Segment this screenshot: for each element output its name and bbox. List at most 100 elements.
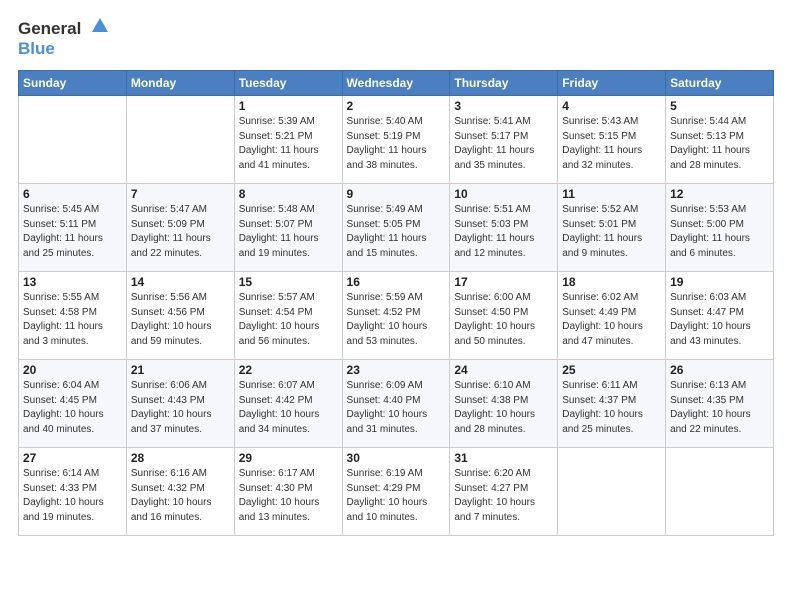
day-number: 14 [131,275,230,289]
calendar-cell: 12 Sunrise: 5:53 AMSunset: 5:00 PMDayligh… [666,184,774,272]
day-info: Sunrise: 5:43 AMSunset: 5:15 PMDaylight:… [562,115,661,173]
day-number: 24 [454,363,553,377]
logo-area: General Blue [18,16,108,60]
day-info: Sunrise: 5:45 AMSunset: 5:11 PMDaylight:… [23,203,122,261]
calendar-cell: 11Sunrise: 5:52 AMSunset: 5:01 PMDayligh… [558,184,666,272]
calendar-week-row: 27 Sunrise: 6:14 AMSunset: 4:33 PMDayligh… [19,448,774,536]
page: General Blue SundayMondayTuesdayWednesda… [0,0,792,612]
day-number: 15 [239,275,338,289]
day-info: Sunrise: 6:16 AMSunset: 4:32 PMDaylight:… [131,467,230,525]
day-info: Sunrise: 6:13 AMSunset: 4:35 PMDaylight:… [670,379,769,437]
day-number: 20 [23,363,122,377]
calendar-table: SundayMondayTuesdayWednesdayThursdayFrid… [18,70,774,536]
day-info: Sunrise: 6:14 AMSunset: 4:33 PMDaylight:… [23,467,122,525]
day-info: Sunrise: 6:20 AMSunset: 4:27 PMDaylight:… [454,467,553,525]
day-number: 2 [347,99,446,113]
day-number: 19 [670,275,769,289]
calendar-cell [558,448,666,536]
day-number: 22 [239,363,338,377]
calendar-cell [666,448,774,536]
calendar-cell: 28 Sunrise: 6:16 AMSunset: 4:32 PMDayligh… [126,448,234,536]
logo-svg: General Blue [18,16,108,60]
day-info: Sunrise: 5:53 AMSunset: 5:00 PMDaylight:… [670,203,769,261]
day-info: Sunrise: 5:40 AMSunset: 5:19 PMDaylight:… [347,115,446,173]
day-info: Sunrise: 6:04 AMSunset: 4:45 PMDaylight:… [23,379,122,437]
day-header-tuesday: Tuesday [234,71,342,96]
day-number: 13 [23,275,122,289]
day-number: 25 [562,363,661,377]
svg-text:General: General [18,19,81,38]
day-info: Sunrise: 5:48 AMSunset: 5:07 PMDaylight:… [239,203,338,261]
calendar-cell: 2 Sunrise: 5:40 AMSunset: 5:19 PMDaylight… [342,96,450,184]
calendar-cell: 4 Sunrise: 5:43 AMSunset: 5:15 PMDaylight… [558,96,666,184]
day-number: 29 [239,451,338,465]
day-info: Sunrise: 5:56 AMSunset: 4:56 PMDaylight:… [131,291,230,349]
day-info: Sunrise: 5:57 AMSunset: 4:54 PMDaylight:… [239,291,338,349]
calendar-cell: 26Sunrise: 6:13 AMSunset: 4:35 PMDayligh… [666,360,774,448]
calendar-cell: 1 Sunrise: 5:39 AMSunset: 5:21 PMDaylight… [234,96,342,184]
calendar-cell: 17Sunrise: 6:00 AMSunset: 4:50 PMDayligh… [450,272,558,360]
calendar-cell: 10 Sunrise: 5:51 AMSunset: 5:03 PMDayligh… [450,184,558,272]
calendar-cell: 13 Sunrise: 5:55 AMSunset: 4:58 PMDayligh… [19,272,127,360]
day-number: 12 [670,187,769,201]
header: General Blue [18,16,774,60]
day-number: 9 [347,187,446,201]
day-header-thursday: Thursday [450,71,558,96]
calendar-week-row: 6 Sunrise: 5:45 AMSunset: 5:11 PMDaylight… [19,184,774,272]
calendar-cell: 15 Sunrise: 5:57 AMSunset: 4:54 PMDayligh… [234,272,342,360]
calendar-cell: 18 Sunrise: 6:02 AMSunset: 4:49 PMDayligh… [558,272,666,360]
day-number: 28 [131,451,230,465]
day-info: Sunrise: 6:07 AMSunset: 4:42 PMDaylight:… [239,379,338,437]
day-number: 6 [23,187,122,201]
day-number: 7 [131,187,230,201]
day-number: 4 [562,99,661,113]
day-info: Sunrise: 5:39 AMSunset: 5:21 PMDaylight:… [239,115,338,173]
day-info: Sunrise: 5:55 AMSunset: 4:58 PMDaylight:… [23,291,122,349]
day-header-sunday: Sunday [19,71,127,96]
calendar-cell: 3 Sunrise: 5:41 AMSunset: 5:17 PMDaylight… [450,96,558,184]
day-header-friday: Friday [558,71,666,96]
day-info: Sunrise: 6:06 AMSunset: 4:43 PMDaylight:… [131,379,230,437]
calendar-cell: 22 Sunrise: 6:07 AMSunset: 4:42 PMDayligh… [234,360,342,448]
calendar-header-row: SundayMondayTuesdayWednesdayThursdayFrid… [19,71,774,96]
calendar-cell: 5 Sunrise: 5:44 AMSunset: 5:13 PMDaylight… [666,96,774,184]
day-number: 3 [454,99,553,113]
calendar-cell: 7Sunrise: 5:47 AMSunset: 5:09 PMDaylight… [126,184,234,272]
day-number: 5 [670,99,769,113]
calendar-cell: 29Sunrise: 6:17 AMSunset: 4:30 PMDayligh… [234,448,342,536]
day-info: Sunrise: 5:44 AMSunset: 5:13 PMDaylight:… [670,115,769,173]
calendar-cell: 27 Sunrise: 6:14 AMSunset: 4:33 PMDayligh… [19,448,127,536]
calendar-week-row: 1 Sunrise: 5:39 AMSunset: 5:21 PMDaylight… [19,96,774,184]
calendar-cell: 8 Sunrise: 5:48 AMSunset: 5:07 PMDaylight… [234,184,342,272]
calendar-cell: 9 Sunrise: 5:49 AMSunset: 5:05 PMDaylight… [342,184,450,272]
day-info: Sunrise: 6:02 AMSunset: 4:49 PMDaylight:… [562,291,661,349]
day-info: Sunrise: 6:10 AMSunset: 4:38 PMDaylight:… [454,379,553,437]
day-header-saturday: Saturday [666,71,774,96]
calendar-cell: 25 Sunrise: 6:11 AMSunset: 4:37 PMDayligh… [558,360,666,448]
calendar-week-row: 20 Sunrise: 6:04 AMSunset: 4:45 PMDayligh… [19,360,774,448]
day-number: 30 [347,451,446,465]
day-number: 18 [562,275,661,289]
calendar-cell: 21Sunrise: 6:06 AMSunset: 4:43 PMDayligh… [126,360,234,448]
calendar-cell [19,96,127,184]
day-number: 1 [239,99,338,113]
day-number: 27 [23,451,122,465]
day-header-monday: Monday [126,71,234,96]
day-info: Sunrise: 6:03 AMSunset: 4:47 PMDaylight:… [670,291,769,349]
day-number: 31 [454,451,553,465]
calendar-cell: 16Sunrise: 5:59 AMSunset: 4:52 PMDayligh… [342,272,450,360]
calendar-cell: 6 Sunrise: 5:45 AMSunset: 5:11 PMDaylight… [19,184,127,272]
calendar-cell: 31 Sunrise: 6:20 AMSunset: 4:27 PMDayligh… [450,448,558,536]
day-info: Sunrise: 5:49 AMSunset: 5:05 PMDaylight:… [347,203,446,261]
day-number: 8 [239,187,338,201]
day-info: Sunrise: 5:41 AMSunset: 5:17 PMDaylight:… [454,115,553,173]
calendar-cell: 23Sunrise: 6:09 AMSunset: 4:40 PMDayligh… [342,360,450,448]
svg-text:Blue: Blue [18,39,55,58]
day-info: Sunrise: 5:51 AMSunset: 5:03 PMDaylight:… [454,203,553,261]
day-number: 16 [347,275,446,289]
day-info: Sunrise: 6:19 AMSunset: 4:29 PMDaylight:… [347,467,446,525]
day-header-wednesday: Wednesday [342,71,450,96]
day-number: 23 [347,363,446,377]
day-info: Sunrise: 6:11 AMSunset: 4:37 PMDaylight:… [562,379,661,437]
day-number: 10 [454,187,553,201]
